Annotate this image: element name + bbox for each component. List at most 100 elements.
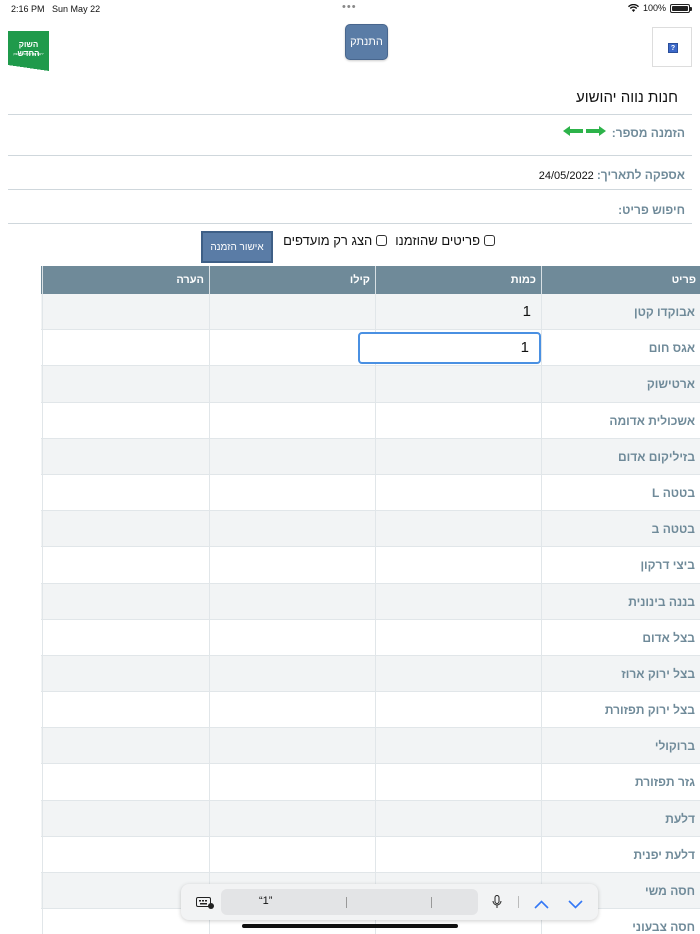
logo-subtitle: ירקות ופירות ישר מהשוק xyxy=(13,52,44,56)
qty-cell[interactable] xyxy=(375,583,541,619)
kg-cell[interactable] xyxy=(209,836,375,872)
kg-cell[interactable] xyxy=(209,547,375,583)
qty-input-focused[interactable]: 1 xyxy=(358,332,541,365)
order-number-row: הזמנה מספר: xyxy=(562,126,685,140)
kg-cell[interactable] xyxy=(209,294,375,330)
qty-cell[interactable] xyxy=(375,402,541,438)
arrow-left-icon[interactable] xyxy=(562,126,583,136)
note-cell[interactable] xyxy=(42,764,209,800)
kg-cell[interactable] xyxy=(209,764,375,800)
kg-cell[interactable] xyxy=(209,800,375,836)
note-cell[interactable] xyxy=(42,619,209,655)
filter-row: פריטים שהוזמנו הצג רק מועדפים xyxy=(283,233,495,248)
qty-cell[interactable] xyxy=(375,619,541,655)
note-cell[interactable] xyxy=(42,294,209,330)
kg-cell[interactable] xyxy=(209,474,375,511)
kg-cell[interactable] xyxy=(209,402,375,438)
wifi-icon xyxy=(627,4,639,12)
qty-cell[interactable] xyxy=(375,366,541,402)
note-cell[interactable] xyxy=(42,728,209,764)
supply-date-value[interactable]: 24/05/2022 xyxy=(539,170,594,182)
table-header: פריט כמות קילו הערה xyxy=(41,266,700,294)
qty-cell[interactable] xyxy=(375,800,541,836)
home-indicator[interactable] xyxy=(242,924,458,928)
keyboard-icon[interactable] xyxy=(196,896,214,914)
microphone-icon[interactable] xyxy=(492,895,502,914)
kg-cell[interactable] xyxy=(209,583,375,619)
note-cell[interactable] xyxy=(42,800,209,836)
table-row: דלעת יפנית xyxy=(41,836,700,873)
battery-icon xyxy=(670,3,692,13)
help-button[interactable]: ? xyxy=(652,27,692,67)
favorites-checkbox[interactable] xyxy=(376,235,388,246)
note-cell[interactable] xyxy=(42,402,209,438)
header-item: פריט xyxy=(541,266,700,294)
logout-button[interactable]: התנתק xyxy=(345,24,388,60)
qty-cell[interactable] xyxy=(375,692,541,728)
kg-cell[interactable] xyxy=(209,438,375,474)
header-kg: קילו xyxy=(209,266,375,294)
qty-cell[interactable] xyxy=(375,655,541,692)
item-name: אשכולית אדומה xyxy=(541,402,700,438)
item-search-label: חיפוש פריט: xyxy=(618,203,685,217)
store-name: חנות נווה יהושוע xyxy=(575,89,678,106)
order-number-label: הזמנה מספר: xyxy=(611,126,685,140)
note-cell[interactable] xyxy=(42,655,209,692)
divider xyxy=(8,114,692,115)
kg-cell[interactable] xyxy=(209,330,375,366)
item-name: בטטה ב xyxy=(541,511,700,547)
note-cell[interactable] xyxy=(42,474,209,511)
note-cell[interactable] xyxy=(42,330,209,366)
item-name: גזר תפזורת xyxy=(541,764,700,800)
status-bar: 2:16 PM Sun May 22 ••• 100% xyxy=(0,0,700,18)
chevron-down-icon[interactable] xyxy=(568,896,583,914)
help-icon: ? xyxy=(668,43,678,53)
note-cell[interactable] xyxy=(42,511,209,547)
divider xyxy=(8,155,692,156)
qty-cell[interactable]: 1 xyxy=(375,294,541,330)
note-cell[interactable] xyxy=(42,692,209,728)
item-name: בצל אדום xyxy=(541,619,700,655)
qty-cell[interactable] xyxy=(375,836,541,872)
qty-cell[interactable] xyxy=(375,474,541,511)
note-cell[interactable] xyxy=(42,583,209,619)
table-row: ארטישוק xyxy=(41,366,700,403)
kg-cell[interactable] xyxy=(209,619,375,655)
note-cell[interactable] xyxy=(42,547,209,583)
confirm-order-button[interactable]: אישור הזמנה xyxy=(201,231,273,263)
supply-date-label: אספקה לתאריך: xyxy=(596,168,685,182)
multitasking-dots-icon[interactable]: ••• xyxy=(342,1,357,13)
item-name: אגס חום xyxy=(541,330,700,366)
divider xyxy=(8,189,692,190)
table-row: אגס חום 1 xyxy=(41,330,700,367)
qty-cell[interactable] xyxy=(375,511,541,547)
ordered-items-checkbox[interactable] xyxy=(484,235,495,246)
item-search-row[interactable]: חיפוש פריט: xyxy=(618,201,685,219)
divider xyxy=(8,223,692,224)
qty-cell[interactable] xyxy=(375,728,541,764)
table-row: בטטה ב xyxy=(41,511,700,548)
item-name: דלעת יפנית xyxy=(541,836,700,872)
qty-cell[interactable] xyxy=(375,438,541,474)
note-cell[interactable] xyxy=(42,836,209,872)
kg-cell[interactable] xyxy=(209,655,375,692)
table-row: בצל אדום xyxy=(41,619,700,656)
favorites-label: הצג רק מועדפים xyxy=(283,233,373,248)
arrow-right-icon[interactable] xyxy=(585,126,606,136)
kg-cell[interactable] xyxy=(209,511,375,547)
chevron-up-icon[interactable] xyxy=(534,896,549,914)
qty-cell[interactable]: 1 xyxy=(358,330,541,366)
qty-value: 1 xyxy=(522,303,531,320)
supply-date-row: אספקה לתאריך: 24/05/2022 xyxy=(539,168,685,182)
item-name: בצל ירוק ארוז xyxy=(541,655,700,692)
qty-cell[interactable] xyxy=(375,764,541,800)
kg-cell[interactable] xyxy=(209,728,375,764)
note-cell[interactable] xyxy=(42,366,209,402)
kg-cell[interactable] xyxy=(209,366,375,402)
table-row: גזר תפזורת xyxy=(41,764,700,801)
table-row: ברוקולי xyxy=(41,728,700,765)
qty-cell[interactable] xyxy=(375,547,541,583)
kg-cell[interactable] xyxy=(209,692,375,728)
suggestion-text[interactable]: “1” xyxy=(259,895,272,907)
note-cell[interactable] xyxy=(42,438,209,474)
